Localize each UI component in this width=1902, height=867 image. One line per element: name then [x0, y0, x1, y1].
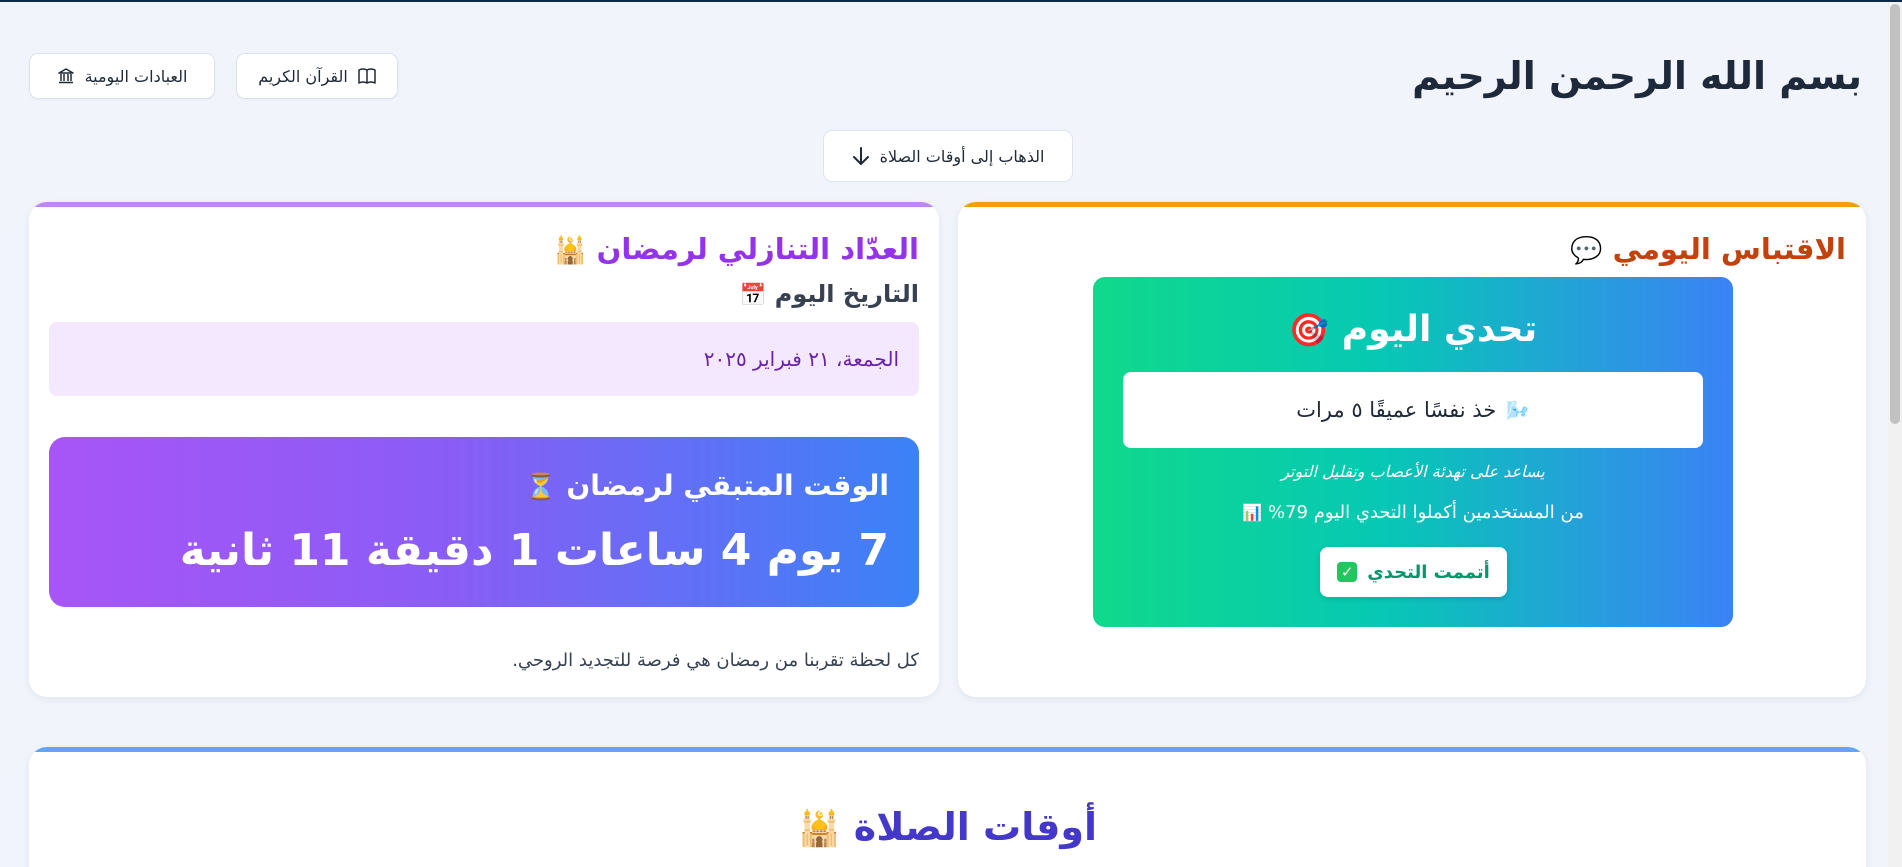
wind-icon: 🌬️ — [1506, 399, 1530, 422]
challenge-title-text: تحدي اليوم — [1341, 309, 1538, 350]
countdown-footer-text: كل لحظة تقربنا من رمضان هي فرصة للتجديد … — [512, 650, 919, 671]
challenge-description: يساعد على تهدئة الأعصاب وتقليل التوتر — [1281, 462, 1545, 481]
daily-challenge-panel: تحدي اليوم 🎯 🌬️ خذ نفسًا عميقًا ٥ مرات ي… — [1093, 277, 1733, 627]
mosque-building-icon — [57, 68, 74, 84]
bar-chart-icon: 📊 — [1242, 503, 1263, 522]
target-icon: 🎯 — [1288, 311, 1330, 349]
challenge-stat: من المستخدمين أكملوا التحدي اليوم 79% 📊 — [1093, 502, 1733, 523]
arrow-down-icon — [852, 147, 869, 165]
quran-button[interactable]: القرآن الكريم — [236, 53, 398, 99]
challenge-title: تحدي اليوم 🎯 — [1093, 309, 1733, 350]
remaining-time-label: الوقت المتبقي لرمضان ⏳ — [525, 469, 889, 502]
today-label-text: التاريخ اليوم — [774, 280, 919, 308]
remaining-label-text: الوقت المتبقي لرمضان — [566, 469, 889, 502]
remaining-time-panel: الوقت المتبقي لرمضان ⏳ 7 يوم 4 ساعات 1 د… — [49, 437, 919, 607]
prayer-title-text: أوقات الصلاة — [853, 805, 1098, 849]
goto-prayer-label: الذهاب إلى أوقات الصلاة — [879, 146, 1045, 166]
daily-worship-button[interactable]: العبادات اليومية — [29, 53, 215, 99]
today-date-box: الجمعة، ٢١ فبراير ٢٠٢٥ — [49, 322, 919, 396]
worship-button-label: العبادات اليومية — [84, 66, 188, 86]
challenge-done-button[interactable]: أتممت التحدي ✓ — [1320, 547, 1507, 597]
speech-bubble-icon: 💬 — [1570, 236, 1603, 266]
challenge-stat-text: من المستخدمين أكملوا التحدي اليوم 79% — [1268, 502, 1584, 523]
remaining-time-value: 7 يوم 4 ساعات 1 دقيقة 11 ثانية — [179, 525, 889, 576]
daily-quote-title-text: الاقتباس اليومي — [1612, 232, 1846, 266]
challenge-done-label: أتممت التحدي — [1367, 561, 1490, 583]
daily-quote-title: الاقتباس اليومي 💬 — [1570, 232, 1846, 266]
card-accent-bar — [29, 747, 1866, 752]
countdown-title: العدّاد التنازلي لرمضان 🕌 — [554, 232, 919, 266]
prayer-times-card: أوقات الصلاة 🕌 — [29, 747, 1866, 867]
prayer-times-title: أوقات الصلاة 🕌 — [29, 805, 1866, 849]
hourglass-icon: ⏳ — [525, 472, 557, 501]
card-accent-bar — [29, 202, 939, 207]
challenge-task-box: 🌬️ خذ نفسًا عميقًا ٥ مرات — [1123, 372, 1703, 448]
page-title: بسم الله الرحمن الرحيم — [1412, 54, 1862, 98]
card-accent-bar — [958, 202, 1866, 207]
book-icon — [358, 68, 376, 84]
ramadan-countdown-card: العدّاد التنازلي لرمضان 🕌 التاريخ اليوم … — [29, 202, 939, 697]
daily-quote-card: الاقتباس اليومي 💬 تحدي اليوم 🎯 🌬️ خذ نفس… — [958, 202, 1866, 697]
calendar-icon: 📅 — [739, 283, 767, 308]
goto-prayer-times-button[interactable]: الذهاب إلى أوقات الصلاة — [823, 130, 1073, 182]
mosque-icon: 🕌 — [797, 809, 841, 849]
today-date-label: التاريخ اليوم 📅 — [740, 280, 919, 308]
scrollbar-thumb[interactable] — [1890, 4, 1900, 424]
today-date-value: الجمعة، ٢١ فبراير ٢٠٢٥ — [703, 347, 899, 371]
checkmark-icon: ✓ — [1337, 562, 1358, 582]
quran-button-label: القرآن الكريم — [258, 66, 348, 86]
countdown-title-text: العدّاد التنازلي لرمضان — [596, 232, 919, 266]
mosque-icon: 🕌 — [554, 236, 587, 266]
page-scrollbar[interactable] — [1888, 2, 1902, 867]
challenge-task-text: خذ نفسًا عميقًا ٥ مرات — [1296, 398, 1497, 422]
